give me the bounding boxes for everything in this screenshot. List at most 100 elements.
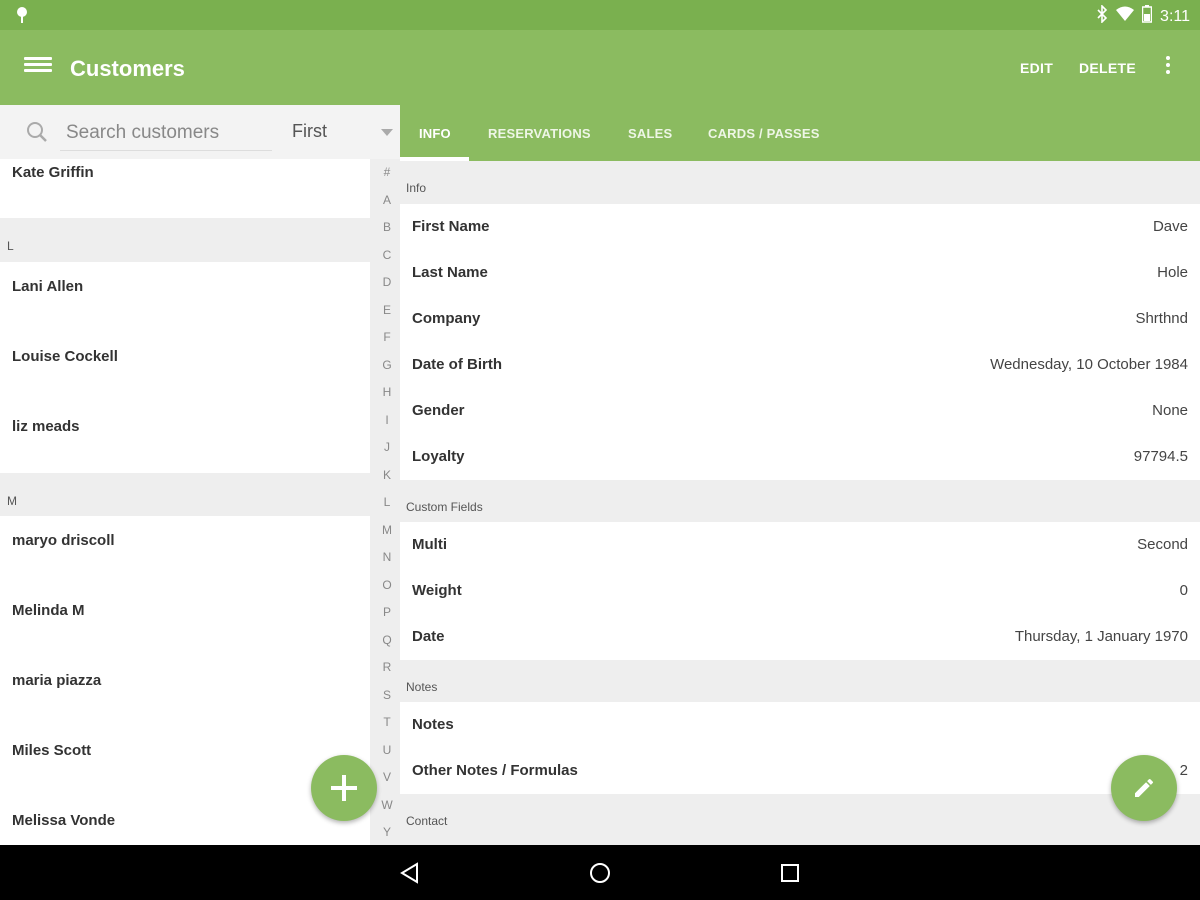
- page-title: Customers: [70, 56, 185, 81]
- customer-list-pane: First Kate Griffin L Lani Allen Louise C…: [0, 105, 400, 845]
- edit-button[interactable]: EDIT: [1020, 60, 1053, 76]
- index-letter[interactable]: M: [375, 517, 399, 545]
- recents-icon[interactable]: [777, 860, 803, 886]
- delete-button[interactable]: DELETE: [1079, 60, 1136, 76]
- field-value: 2: [1179, 762, 1188, 779]
- field-value: Dave: [1152, 218, 1188, 235]
- field-value: 97794.5: [1133, 448, 1188, 465]
- back-icon[interactable]: [397, 860, 423, 886]
- field-label: Other Notes / Formulas: [412, 762, 578, 779]
- index-letter[interactable]: F: [375, 324, 399, 352]
- sort-value: First: [292, 121, 327, 141]
- field-label: Gender: [412, 402, 465, 419]
- app-bar: Customers EDIT DELETE: [0, 30, 1200, 105]
- field-label: Loyalty: [412, 448, 465, 465]
- field-row: First Name Dave: [400, 204, 1200, 250]
- index-letter[interactable]: I: [375, 407, 399, 435]
- field-row: Company Shrthnd: [400, 296, 1200, 342]
- field-label: Company: [412, 310, 481, 327]
- index-letter[interactable]: C: [375, 242, 399, 270]
- index-letter[interactable]: S: [375, 682, 399, 710]
- field-value: Shrthnd: [1135, 310, 1188, 327]
- search-icon: [26, 121, 48, 143]
- dropdown-caret-icon: [381, 129, 393, 136]
- index-letter[interactable]: A: [375, 187, 399, 215]
- field-label: Weight: [412, 582, 462, 599]
- field-label: Date of Birth: [412, 356, 502, 373]
- index-letter[interactable]: W: [375, 792, 399, 820]
- list-item[interactable]: Lani Allen: [0, 262, 370, 332]
- field-row: Last Name Hole: [400, 250, 1200, 296]
- index-letter[interactable]: J: [375, 434, 399, 462]
- index-letter[interactable]: L: [375, 489, 399, 517]
- section-header-contact: Contact: [400, 794, 1200, 836]
- index-letter[interactable]: Q: [375, 627, 399, 655]
- pencil-icon: [1135, 778, 1154, 797]
- more-vert-icon[interactable]: [1164, 56, 1172, 78]
- index-letter[interactable]: Y: [375, 819, 399, 847]
- tab-reservations[interactable]: RESERVATIONS: [488, 126, 591, 141]
- battery-icon: [1141, 5, 1153, 28]
- index-letter[interactable]: O: [375, 572, 399, 600]
- section-header-custom-fields: Custom Fields: [400, 480, 1200, 522]
- index-letter[interactable]: R: [375, 654, 399, 682]
- detail-content: Info First Name Dave Last Name Hole Compan…: [400, 161, 1200, 845]
- tab-cards-passes[interactable]: CARDS / PASSES: [708, 126, 820, 141]
- list-item[interactable]: liz meads: [0, 402, 370, 473]
- index-letter[interactable]: U: [375, 737, 399, 765]
- field-row: Date of Birth Wednesday, 10 October 1984: [400, 342, 1200, 388]
- index-letter[interactable]: D: [375, 269, 399, 297]
- list-item[interactable]: Melinda M: [0, 586, 370, 656]
- index-letter[interactable]: V: [375, 764, 399, 792]
- section-header: M: [0, 473, 370, 516]
- field-value: None: [1152, 402, 1188, 419]
- location-pin-icon: [15, 6, 29, 29]
- section-header: L: [0, 218, 370, 262]
- clock: 3:11: [1160, 7, 1190, 25]
- field-value: Hole: [1157, 264, 1188, 281]
- customer-detail-pane: INFO RESERVATIONS SALES CARDS / PASSES I…: [400, 105, 1200, 845]
- tab-info[interactable]: INFO: [419, 126, 451, 141]
- field-label: Date: [412, 628, 445, 645]
- index-letter[interactable]: B: [375, 214, 399, 242]
- home-icon[interactable]: [587, 860, 613, 886]
- status-bar: 3:11: [0, 0, 1200, 30]
- search-bar: First: [0, 105, 400, 159]
- field-value: Second: [1137, 536, 1188, 553]
- customer-list: Kate Griffin L Lani Allen Louise Cockell…: [0, 159, 370, 845]
- field-row: Notes: [400, 702, 1200, 748]
- menu-icon[interactable]: [24, 54, 52, 82]
- edit-customer-button[interactable]: [1111, 755, 1177, 821]
- sort-dropdown[interactable]: First: [292, 121, 397, 145]
- list-item[interactable]: maria piazza: [0, 656, 370, 726]
- list-item[interactable]: Kate Griffin: [0, 159, 370, 218]
- index-letter[interactable]: #: [375, 159, 399, 187]
- index-letter[interactable]: E: [375, 297, 399, 325]
- system-nav-bar: [0, 845, 1200, 900]
- section-header-notes: Notes: [400, 660, 1200, 702]
- field-value: Wednesday, 10 October 1984: [990, 356, 1188, 373]
- tab-bar: INFO RESERVATIONS SALES CARDS / PASSES: [400, 105, 1200, 161]
- field-row: Weight 0: [400, 568, 1200, 614]
- alphabet-index: # A B C D E F G H I J K L M N O P Q R S …: [375, 159, 399, 845]
- list-item[interactable]: maryo driscoll: [0, 516, 370, 586]
- add-customer-button[interactable]: [311, 755, 377, 821]
- wifi-icon: [1116, 6, 1135, 27]
- search-input[interactable]: [60, 115, 272, 151]
- index-letter[interactable]: P: [375, 599, 399, 627]
- index-letter[interactable]: K: [375, 462, 399, 490]
- field-value: Thursday, 1 January 1970: [1014, 628, 1188, 645]
- list-item[interactable]: Louise Cockell: [0, 332, 370, 402]
- field-row: Other Notes / Formulas 2: [400, 748, 1200, 794]
- field-row: Date Thursday, 1 January 1970: [400, 614, 1200, 660]
- field-row: Gender None: [400, 388, 1200, 434]
- index-letter[interactable]: H: [375, 379, 399, 407]
- index-letter[interactable]: N: [375, 544, 399, 572]
- section-header-info: Info: [400, 161, 1200, 204]
- tab-sales[interactable]: SALES: [628, 126, 672, 141]
- field-label: Multi: [412, 536, 447, 553]
- field-label: Notes: [412, 716, 454, 733]
- index-letter[interactable]: G: [375, 352, 399, 380]
- field-label: Last Name: [412, 264, 488, 281]
- index-letter[interactable]: T: [375, 709, 399, 737]
